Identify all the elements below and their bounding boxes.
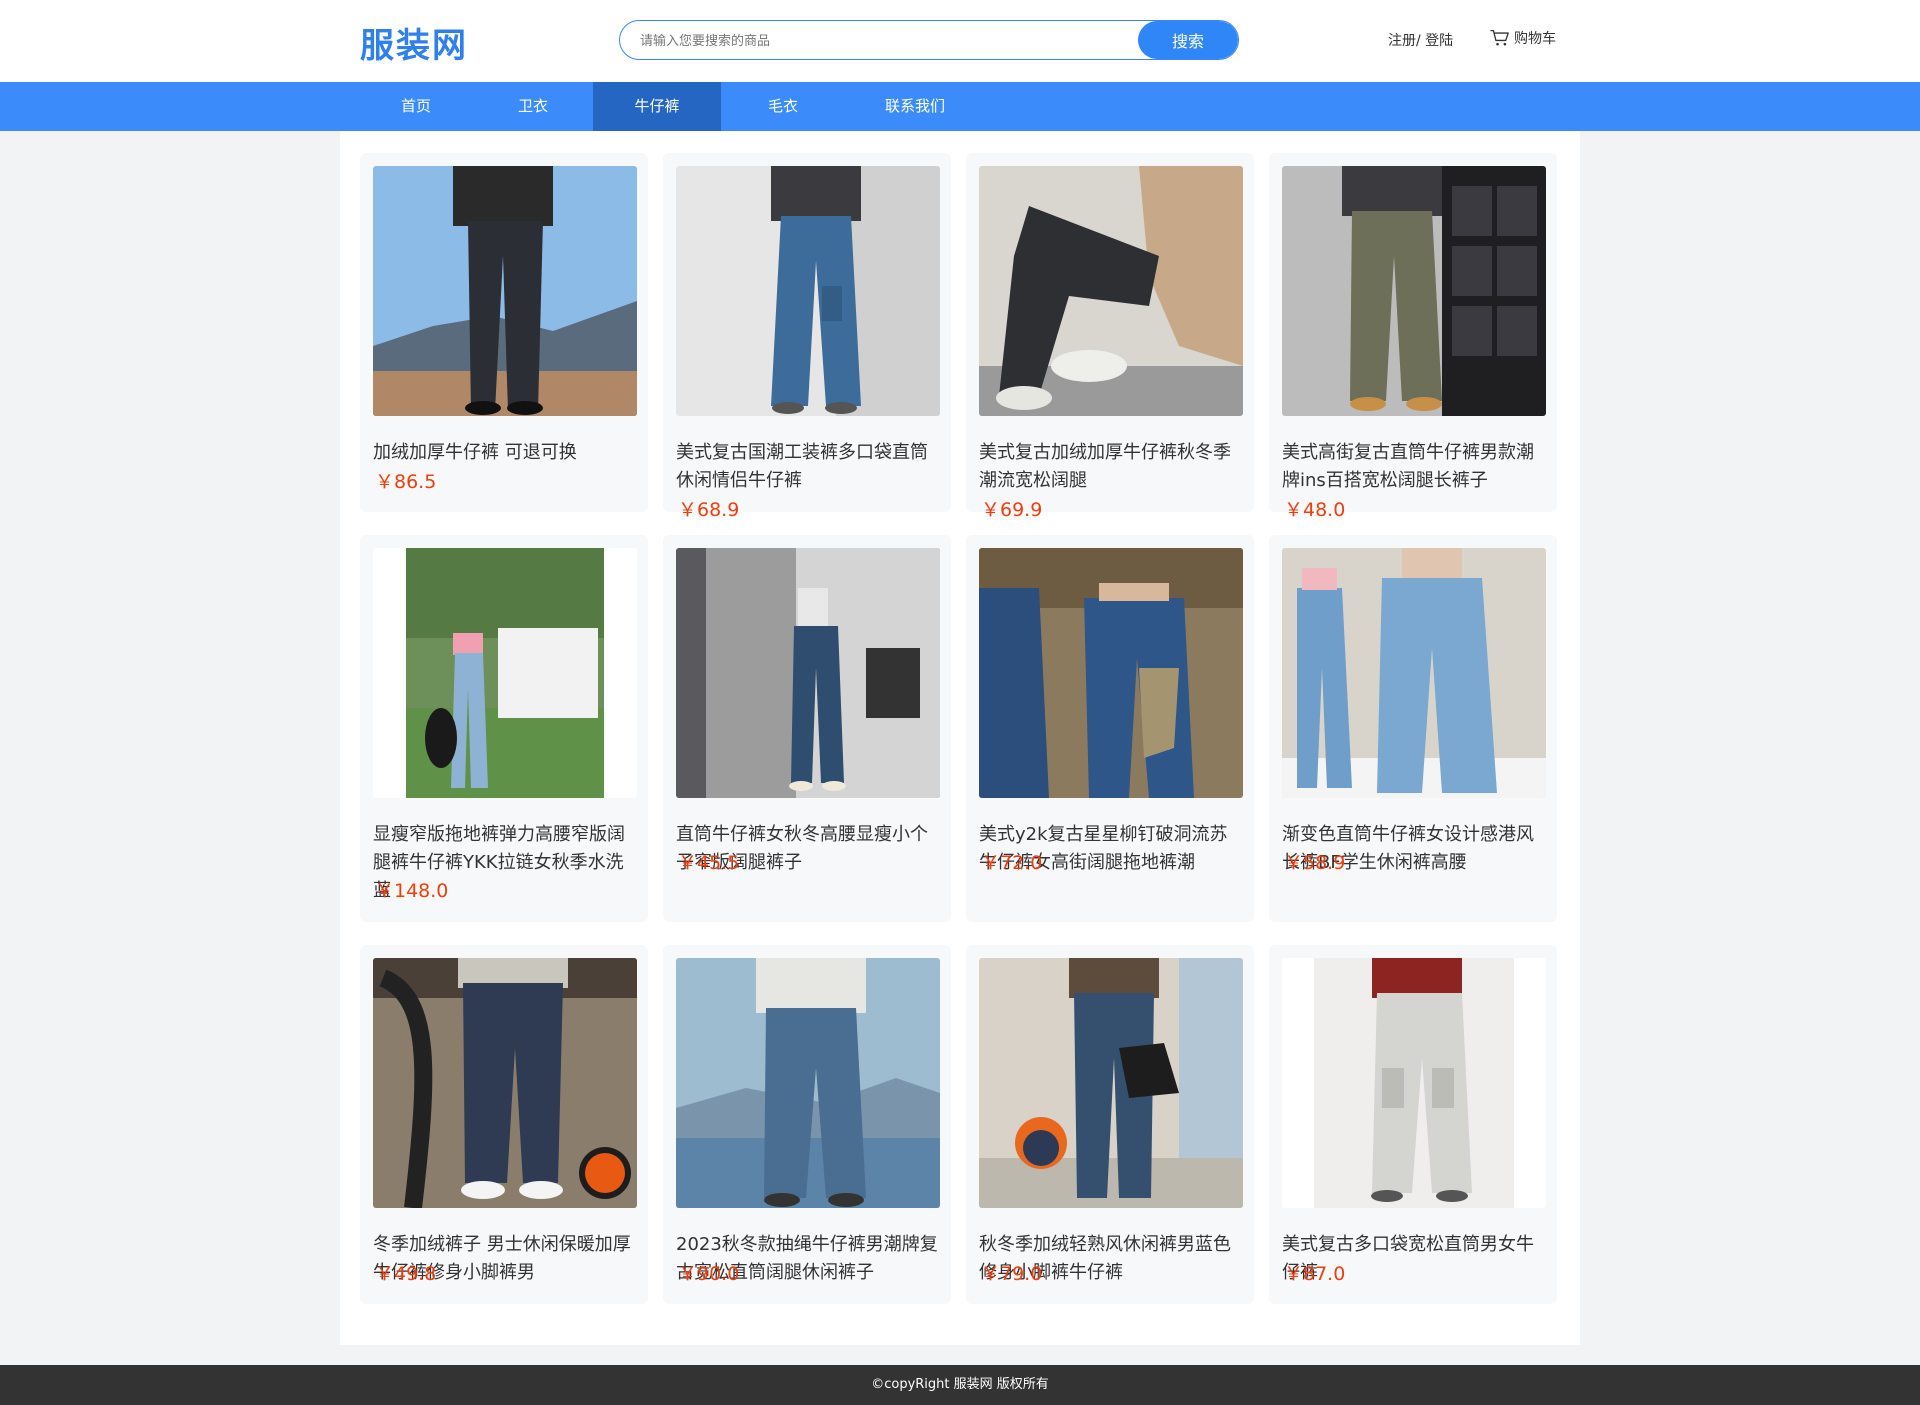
product-image[interactable] xyxy=(676,548,940,798)
product-title[interactable]: 美式高街复古直筒牛仔裤男款潮牌ins百搭宽松阔腿长裤子 xyxy=(1282,439,1547,495)
product-price: ￥48.0 xyxy=(1284,499,1346,521)
product-title[interactable]: 加绒加厚牛仔裤 可退可换 xyxy=(373,439,638,467)
product-price: ￥49.8 xyxy=(375,1263,437,1285)
product-image[interactable] xyxy=(676,166,940,416)
product-image[interactable] xyxy=(1282,548,1546,798)
product-price: ￥58.9 xyxy=(1284,852,1346,874)
footer: ©copyRight 服装网 版权所有 xyxy=(0,1365,1920,1405)
product-price: ￥79.0 xyxy=(981,1263,1043,1285)
nav-item-contact[interactable]: 联系我们 xyxy=(865,82,965,131)
product-card[interactable]: 加绒加厚牛仔裤 可退可换 ￥86.5 xyxy=(360,153,648,512)
product-card[interactable]: 冬季加绒裤子 男士休闲保暖加厚牛仔裤修身小脚裤男 ￥49.8 xyxy=(360,945,648,1304)
product-title[interactable]: 美式复古加绒加厚牛仔裤秋冬季潮流宽松阔腿 xyxy=(979,439,1244,495)
product-price: ￥90.0 xyxy=(678,1263,740,1285)
product-title[interactable]: 美式复古国潮工装裤多口袋直筒休闲情侣牛仔裤 xyxy=(676,439,941,495)
product-card[interactable]: 美式复古加绒加厚牛仔裤秋冬季潮流宽松阔腿 ￥69.9 xyxy=(966,153,1254,521)
product-card[interactable]: 秋冬季加绒轻熟风休闲裤男蓝色修身小脚裤牛仔裤 ￥79.0 xyxy=(966,945,1254,1304)
product-card[interactable]: 美式高街复古直筒牛仔裤男款潮牌ins百搭宽松阔腿长裤子 ￥48.0 xyxy=(1269,153,1557,521)
product-image[interactable] xyxy=(979,548,1243,798)
product-image[interactable] xyxy=(373,958,637,1208)
cart-label: 购物车 xyxy=(1514,31,1556,47)
login-link[interactable]: 登陆 xyxy=(1425,33,1453,49)
product-image[interactable] xyxy=(979,166,1243,416)
product-price: ￥86.5 xyxy=(375,471,437,493)
product-card[interactable]: 美式复古国潮工装裤多口袋直筒休闲情侣牛仔裤 ￥68.9 xyxy=(663,153,951,521)
product-image[interactable] xyxy=(979,958,1243,1208)
nav-item-home[interactable]: 首页 xyxy=(366,82,466,131)
user-links: 注册/ 登陆 xyxy=(1388,30,1453,50)
product-image[interactable] xyxy=(373,166,637,416)
search-box: 搜索 xyxy=(619,20,1239,60)
search-input[interactable] xyxy=(620,21,1162,59)
cart-link[interactable]: 购物车 xyxy=(1490,28,1556,48)
product-card[interactable]: 2023秋冬款抽绳牛仔裤男潮牌复古宽松直筒阔腿休闲裤子 ￥90.0 xyxy=(663,945,951,1304)
product-price: ￥87.0 xyxy=(1284,1263,1346,1285)
register-link[interactable]: 注册/ xyxy=(1388,33,1421,49)
product-price: ￥45.5 xyxy=(678,852,740,874)
product-card[interactable]: 美式y2k复古星星柳钉破洞流苏牛仔裤女高街阔腿拖地裤潮 ￥72.0 xyxy=(966,535,1254,922)
nav-item-sweaters[interactable]: 毛衣 xyxy=(733,82,833,131)
nav-item-jeans[interactable]: 牛仔裤 xyxy=(593,82,721,131)
main-nav: 首页 卫衣 牛仔裤 毛衣 联系我们 xyxy=(0,82,1920,131)
nav-item-hoodies[interactable]: 卫衣 xyxy=(483,82,583,131)
product-price: ￥148.0 xyxy=(375,880,449,902)
cart-icon xyxy=(1490,29,1509,46)
product-grid: 加绒加厚牛仔裤 可退可换 ￥86.5 美式复古国潮工装裤多口袋直筒休闲情侣牛仔裤… xyxy=(340,131,1580,1345)
product-image[interactable] xyxy=(676,958,940,1208)
product-price: ￥69.9 xyxy=(981,499,1043,521)
product-card[interactable]: 美式复古多口袋宽松直筒男女牛仔裤 ￥87.0 xyxy=(1269,945,1557,1304)
product-image[interactable] xyxy=(373,548,637,798)
site-logo[interactable]: 服装网 xyxy=(360,18,468,67)
product-price: ￥72.0 xyxy=(981,852,1043,874)
search-button[interactable]: 搜索 xyxy=(1138,21,1238,59)
product-card[interactable]: 显瘦窄版拖地裤弹力高腰窄版阔腿裤牛仔裤YKK拉链女秋季水洗蓝 ￥148.0 xyxy=(360,535,648,922)
product-image[interactable] xyxy=(1282,166,1546,416)
product-image[interactable] xyxy=(1282,958,1546,1208)
header: 服装网 搜索 注册/ 登陆 购物车 xyxy=(0,0,1920,82)
product-card[interactable]: 直筒牛仔裤女秋冬高腰显瘦小个子窄版阔腿裤子 ￥45.5 xyxy=(663,535,951,922)
product-card[interactable]: 渐变色直筒牛仔裤女设计感港风长裤BF学生休闲裤高腰 ￥58.9 xyxy=(1269,535,1557,922)
product-price: ￥68.9 xyxy=(678,499,740,521)
